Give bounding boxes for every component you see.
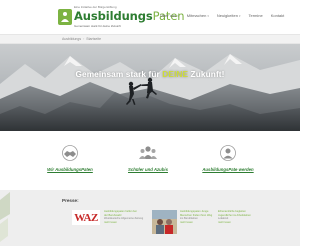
- nav-label: Termine: [248, 13, 263, 18]
- nav-item-termine[interactable]: Termine: [248, 13, 262, 18]
- nav-item-kontakt[interactable]: Kontakt: [271, 13, 285, 18]
- hero-banner: Gemeinsam stark für DEINE Zukunft!: [0, 44, 300, 131]
- press-thumbnail-image[interactable]: [152, 210, 177, 234]
- handshake-icon: [62, 145, 78, 161]
- press-item-1[interactable]: Ausbildungspaten helfen bei der Berufswa…: [104, 210, 143, 224]
- nav-label: Neuigkeiten: [216, 13, 238, 18]
- nav-item-ueber-uns[interactable]: Über uns ▾: [160, 13, 179, 18]
- site-header: Eine Initiative der Bürgerstiftung Ausbi…: [0, 0, 300, 34]
- breadcrumb-bar: Ausbildungs › Startseite: [0, 34, 300, 44]
- press-item-more-link[interactable]: mehr lesen: [104, 221, 143, 225]
- press-title: Presse:: [62, 198, 79, 203]
- logo-main-text: Ausbildungs: [74, 9, 153, 23]
- breadcrumb: Ausbildungs › Startseite: [62, 37, 101, 41]
- waz-logo-text: WAZ: [74, 211, 98, 224]
- nav-label: Mitmachen: [186, 13, 207, 18]
- press-item-2[interactable]: Ausbildungspaten Junge Menschen finden i…: [180, 210, 212, 224]
- nav-label: Kontakt: [270, 13, 285, 18]
- feature-label[interactable]: Wir AusbildungsPaten: [30, 167, 110, 172]
- feature-label[interactable]: Schüler und Azubis: [108, 167, 188, 172]
- press-item-more-link[interactable]: mehr lesen: [218, 221, 251, 225]
- person-icon: [220, 145, 236, 161]
- page: Eine Initiative der Bürgerstiftung Ausbi…: [0, 0, 300, 246]
- group-icon: [139, 146, 157, 159]
- breadcrumb-separator: ›: [83, 37, 85, 41]
- hero-title-highlight: DEINE: [162, 69, 189, 79]
- chevron-down-icon: ▾: [238, 13, 241, 18]
- features-row: Wir AusbildungsPaten Schüler und Azubis …: [0, 131, 300, 189]
- press-item-more-link[interactable]: mehr lesen: [180, 221, 212, 225]
- site-logo[interactable]: Eine Initiative der Bürgerstiftung Ausbi…: [58, 5, 185, 31]
- logo-mark-icon: [58, 9, 72, 25]
- press-item-3[interactable]: Ehrenamtliche begleiten Jugendliche ins …: [218, 210, 251, 224]
- waz-logo[interactable]: WAZ: [72, 210, 100, 225]
- hero-title-before: Gemeinsam stark für: [75, 69, 163, 79]
- breadcrumb-current: Startseite: [86, 37, 102, 41]
- logo-subtitle: Gemeinsam stark für deine Zukunft: [74, 24, 121, 28]
- feature-ausbildungspate-werden[interactable]: AusbildungsPate werden: [188, 145, 268, 172]
- feature-schueler-azubis[interactable]: Schüler und Azubis: [108, 145, 188, 172]
- nav-label: Über uns: [160, 13, 177, 18]
- hero-title: Gemeinsam stark für DEINE Zukunft!: [0, 69, 300, 79]
- nav-item-mitmachen[interactable]: Mitmachen ▾: [187, 13, 209, 18]
- hero-title-after: Zukunft!: [188, 69, 225, 79]
- hero-mountain-illustration: [0, 54, 300, 131]
- main-nav: Über uns ▾ Mitmachen ▾ Neuigkeiten ▾ Termin…: [160, 13, 284, 18]
- nav-item-neuigkeiten[interactable]: Neuigkeiten ▾: [217, 13, 241, 18]
- breadcrumb-home-link[interactable]: Ausbildungs: [62, 37, 81, 41]
- press-section: Presse: WAZ Ausbildungspaten helfen bei …: [0, 190, 300, 246]
- chevron-down-icon: ▾: [177, 13, 179, 18]
- chevron-down-icon: ▾: [207, 13, 209, 18]
- feature-wir-ausbildungspaten[interactable]: Wir AusbildungsPaten: [30, 145, 110, 172]
- feature-label[interactable]: AusbildungsPate werden: [188, 167, 268, 172]
- decor-corner-shape: [0, 192, 10, 242]
